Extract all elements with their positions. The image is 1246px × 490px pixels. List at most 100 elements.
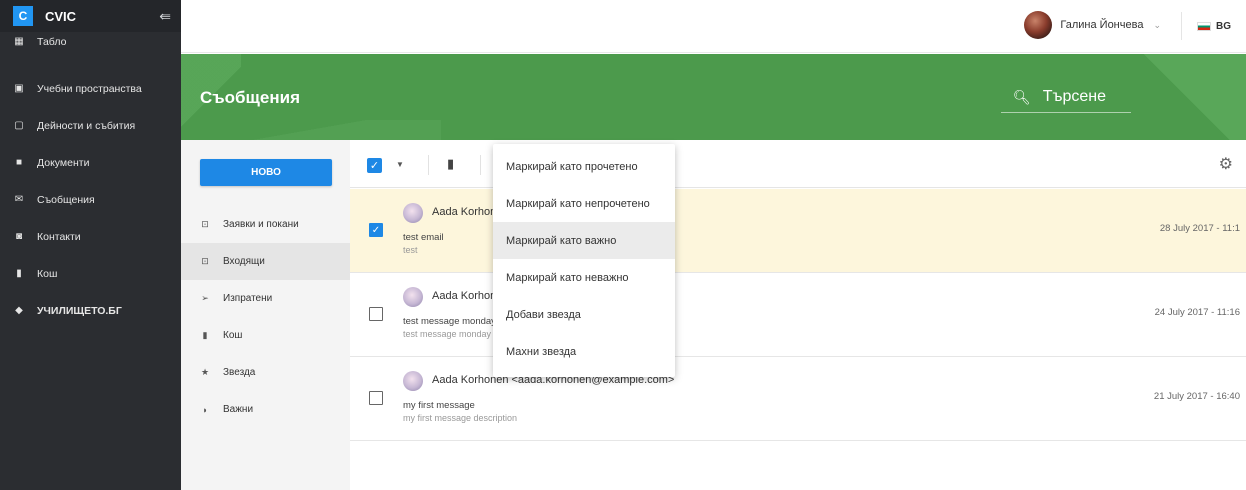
menu-item-remove-star[interactable]: Махни звезда <box>493 333 675 370</box>
calendar-icon: ▢ <box>14 120 24 131</box>
mark-as-dropdown-menu: Маркирай като прочетено Маркирай като не… <box>493 144 675 377</box>
label-icon: ◗ <box>202 404 208 415</box>
language-label: BG <box>1216 20 1231 32</box>
search-icon[interactable]: 🔍︎ <box>1013 89 1031 106</box>
trash-icon: ▮ <box>16 268 22 279</box>
sidebar-item-activities[interactable]: ▢ Дейности и събития <box>0 107 181 144</box>
folder-inbox[interactable]: ⊡ Входящи <box>181 243 350 280</box>
search-underline <box>1001 112 1131 113</box>
avatar <box>403 287 423 307</box>
folder-label: Важни <box>223 404 254 415</box>
app: C CVIC ⇚ ▦ Табло ▣ Учебни пространства ▢… <box>0 0 1246 490</box>
mail-folder-panel: НОВО ⊡ Заявки и покани ⊡ Входящи ➢ Изпра… <box>181 140 350 490</box>
folder-label: Заявки и покани <box>223 219 299 230</box>
select-all-checkbox[interactable]: ✓ <box>367 158 382 173</box>
table-row[interactable]: ✓ Aada Korhonen <aada.korhonen@example.c… <box>350 189 1246 273</box>
sidebar-item-learning-spaces[interactable]: ▣ Учебни пространства <box>0 70 181 107</box>
delete-icon[interactable]: ▮ <box>447 156 454 172</box>
folder-label: Кош <box>223 330 243 341</box>
main-sidebar: C CVIC ⇚ ▦ Табло ▣ Учебни пространства ▢… <box>0 0 181 490</box>
message-date: 28 July 2017 - 11:1 <box>1159 223 1240 234</box>
message-subject[interactable]: test message monday <box>403 316 496 327</box>
brand-name[interactable]: CVIC <box>45 9 159 24</box>
message-list-panel: ✓ ▼ ▮ ⚙ ✓ Aada Korhonen <aada.korhonen@e… <box>350 140 1246 490</box>
inbox-tray-icon: ⊡ <box>201 256 209 266</box>
folder-label: Изпратени <box>223 293 273 304</box>
language-switcher[interactable]: BG <box>1181 12 1246 40</box>
search-placeholder[interactable]: Търсене <box>1043 88 1106 106</box>
row-checkbox[interactable] <box>369 307 383 321</box>
brand-bar: C CVIC ⇚ <box>0 0 181 32</box>
bulgarian-flag-icon <box>1197 21 1211 31</box>
row-checkbox[interactable] <box>369 391 383 405</box>
avatar <box>403 371 423 391</box>
main-nav: ▦ Табло ▣ Учебни пространства ▢ Дейности… <box>0 34 181 329</box>
table-row[interactable]: Aada Korhonen <aada.korhonen@example.com… <box>350 273 1246 357</box>
table-row[interactable]: Aada Korhonen <aada.korhonen@example.com… <box>350 357 1246 441</box>
sidebar-item-dashboard[interactable]: ▦ Табло <box>0 34 181 70</box>
sidebar-item-uchilishteto[interactable]: ◆ УЧИЛИЩЕТО.БГ <box>0 292 181 329</box>
user-menu[interactable]: Галина Йончева ⌄ <box>1024 9 1161 41</box>
row-checkbox[interactable]: ✓ <box>369 223 383 237</box>
folder-label: Звезда <box>223 367 256 378</box>
folder-trash[interactable]: ▮ Кош <box>181 317 350 354</box>
message-description: test message monday <box>403 329 492 339</box>
new-message-button[interactable]: НОВО <box>200 159 332 186</box>
toolbar-divider <box>428 155 429 175</box>
folder-starred[interactable]: ★ Звезда <box>181 354 350 391</box>
page-title: Съобщения <box>200 88 300 107</box>
page-banner: Съобщения 🔍︎ Търсене <box>181 54 1246 140</box>
sidebar-item-label: Контакти <box>37 230 81 243</box>
sidebar-item-label: Съобщения <box>37 193 95 206</box>
folder-sent[interactable]: ➢ Изпратени <box>181 280 350 317</box>
sidebar-item-messages[interactable]: ✉ Съобщения <box>0 181 181 218</box>
menu-item-mark-read[interactable]: Маркирай като прочетено <box>493 148 675 185</box>
avatar[interactable] <box>1024 11 1053 39</box>
avatar <box>403 203 423 223</box>
sidebar-item-contacts[interactable]: ◙ Контакти <box>0 218 181 255</box>
sidebar-item-documents[interactable]: ■ Документи <box>0 144 181 181</box>
send-icon: ➢ <box>201 293 209 303</box>
toolbar-divider <box>480 155 481 175</box>
folder-important[interactable]: ◗ Важни <box>181 391 350 428</box>
graduation-icon: ◆ <box>15 305 23 316</box>
envelope-icon: ✉ <box>14 194 24 205</box>
message-subject[interactable]: test email <box>403 232 444 243</box>
gear-icon[interactable]: ⚙ <box>1219 154 1233 174</box>
menu-item-add-star[interactable]: Добави звезда <box>493 296 675 333</box>
grid-icon: ▦ <box>14 35 24 47</box>
contact-icon: ◙ <box>15 231 23 242</box>
top-bar: Галина Йончева ⌄ BG <box>181 0 1246 53</box>
building-icon: ▣ <box>14 83 24 94</box>
sidebar-item-label: Табло <box>37 36 67 48</box>
select-dropdown-caret-icon[interactable]: ▼ <box>396 160 404 169</box>
folder-list: ⊡ Заявки и покани ⊡ Входящи ➢ Изпратени … <box>181 206 350 428</box>
sidebar-item-label: Учебни пространства <box>37 82 142 95</box>
search-input[interactable]: 🔍︎ Търсене <box>1013 88 1106 106</box>
user-name[interactable]: Галина Йончева <box>1060 19 1143 31</box>
message-date: 24 July 2017 - 11:16 <box>1154 307 1240 318</box>
brand-logo[interactable]: C <box>13 6 33 26</box>
message-toolbar: ✓ ▼ ▮ ⚙ <box>350 140 1246 188</box>
star-icon: ★ <box>200 367 210 377</box>
sidebar-item-trash[interactable]: ▮ Кош <box>0 255 181 292</box>
chevron-down-icon[interactable]: ⌄ <box>1153 20 1161 31</box>
folder-requests[interactable]: ⊡ Заявки и покани <box>181 206 350 243</box>
sidebar-item-label: Кош <box>37 267 58 280</box>
message-date: 21 July 2017 - 16:40 <box>1153 391 1240 402</box>
message-subject[interactable]: my first message <box>403 400 475 411</box>
message-description: my first message description <box>403 413 518 423</box>
sidebar-item-label: Дейности и събития <box>37 119 136 132</box>
collapse-menu-icon[interactable]: ⇚ <box>159 8 171 25</box>
menu-item-mark-unimportant[interactable]: Маркирай като неважно <box>493 259 675 296</box>
banner-decoration <box>241 120 441 140</box>
sidebar-item-label: УЧИЛИЩЕТО.БГ <box>37 304 122 317</box>
trash-icon: ▮ <box>202 330 208 340</box>
message-description: test <box>403 245 418 255</box>
menu-item-mark-unread[interactable]: Маркирай като непрочетено <box>493 185 675 222</box>
folder-icon: ■ <box>15 157 23 168</box>
sidebar-item-label: Документи <box>37 156 90 169</box>
menu-item-mark-important[interactable]: Маркирай като важно <box>493 222 675 259</box>
folder-label: Входящи <box>223 256 265 267</box>
inbox-tray-icon: ⊡ <box>201 219 209 229</box>
